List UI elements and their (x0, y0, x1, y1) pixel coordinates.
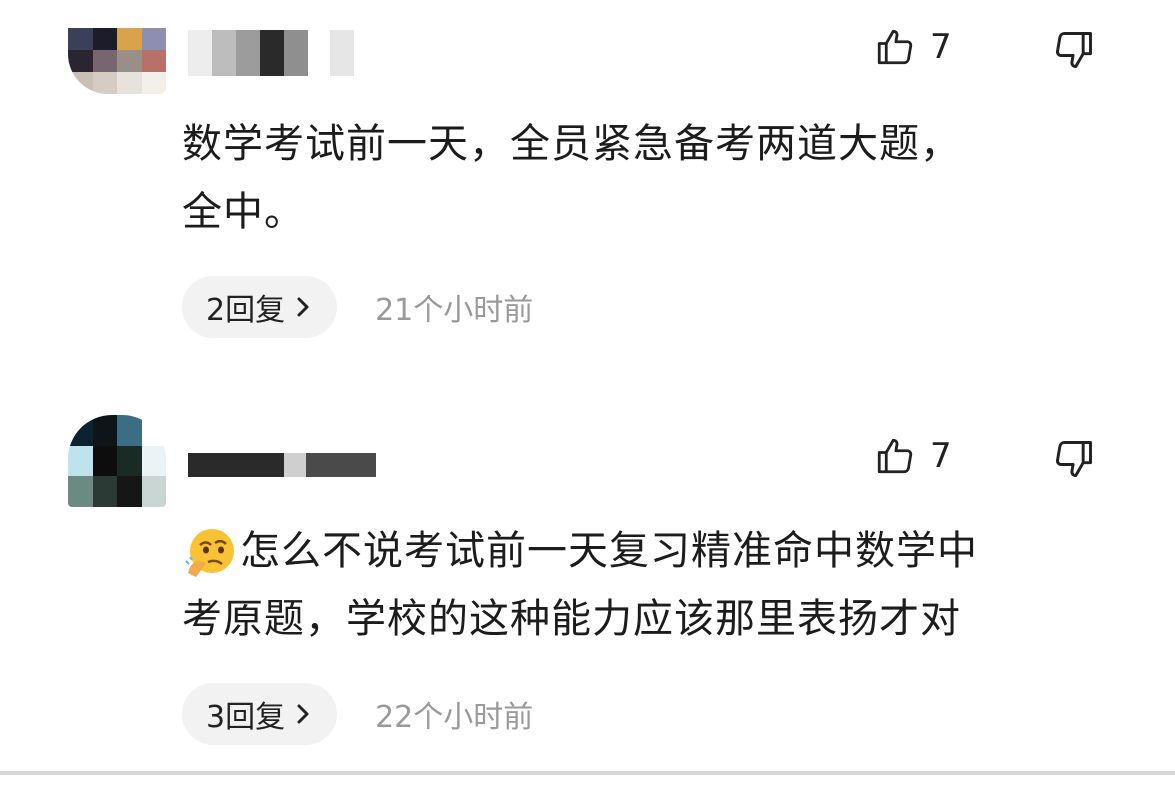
view-replies-button[interactable]: 2回复 (182, 276, 338, 338)
like-button[interactable]: 7 (874, 26, 952, 68)
avatar[interactable] (68, 28, 166, 94)
comment-item-2: 7 怎么不说考试前一天复习精准命中数学中 考原题，学校的这种能力应该那里表扬才对… (0, 405, 1175, 785)
like-count: 7 (930, 436, 952, 476)
chevron-right-icon (297, 704, 309, 724)
comment-meta: 3回复 22个小时前 (182, 683, 533, 745)
reply-count-label: 2回复 (206, 293, 286, 328)
comment-text: 数学考试前一天，全员紧急备考两道大题， 全中。 (182, 110, 1112, 246)
username-redacted[interactable] (188, 453, 376, 477)
comment-line-text: 怎么不说考试前一天复习精准命中数学中 (240, 528, 978, 574)
comment-line: 考原题，学校的这种能力应该那里表扬才对 (182, 596, 961, 642)
username-redacted[interactable] (188, 30, 354, 76)
thumbs-down-icon (1056, 32, 1092, 68)
avatar[interactable] (68, 415, 166, 507)
chevron-right-icon (297, 297, 309, 317)
thumbs-up-icon (877, 29, 913, 65)
dislike-button[interactable] (1052, 437, 1096, 485)
comment-line: 全中。 (182, 189, 305, 235)
comment-meta: 2回复 21个小时前 (182, 276, 533, 338)
thumbs-down-icon (1056, 441, 1092, 477)
comment-line: 怎么不说考试前一天复习精准命中数学中 (182, 517, 1112, 585)
divider (0, 771, 1175, 775)
timestamp: 22个小时前 (375, 700, 534, 735)
comment-text: 怎么不说考试前一天复习精准命中数学中 考原题，学校的这种能力应该那里表扬才对 (182, 517, 1112, 653)
thumbs-up-icon (877, 438, 913, 474)
timestamp: 21个小时前 (375, 293, 534, 328)
comment-line: 数学考试前一天，全员紧急备考两道大题， (182, 121, 961, 167)
dislike-button[interactable] (1052, 28, 1096, 76)
like-button[interactable]: 7 (874, 435, 952, 477)
view-replies-button[interactable]: 3回复 (182, 683, 338, 745)
thinking-face-icon (185, 529, 234, 577)
comment-item-1: 7 数学考试前一天，全员紧急备考两道大题， 全中。 2回复 21个小时前 (0, 0, 1175, 380)
like-count: 7 (930, 27, 952, 67)
reply-count-label: 3回复 (206, 700, 286, 735)
